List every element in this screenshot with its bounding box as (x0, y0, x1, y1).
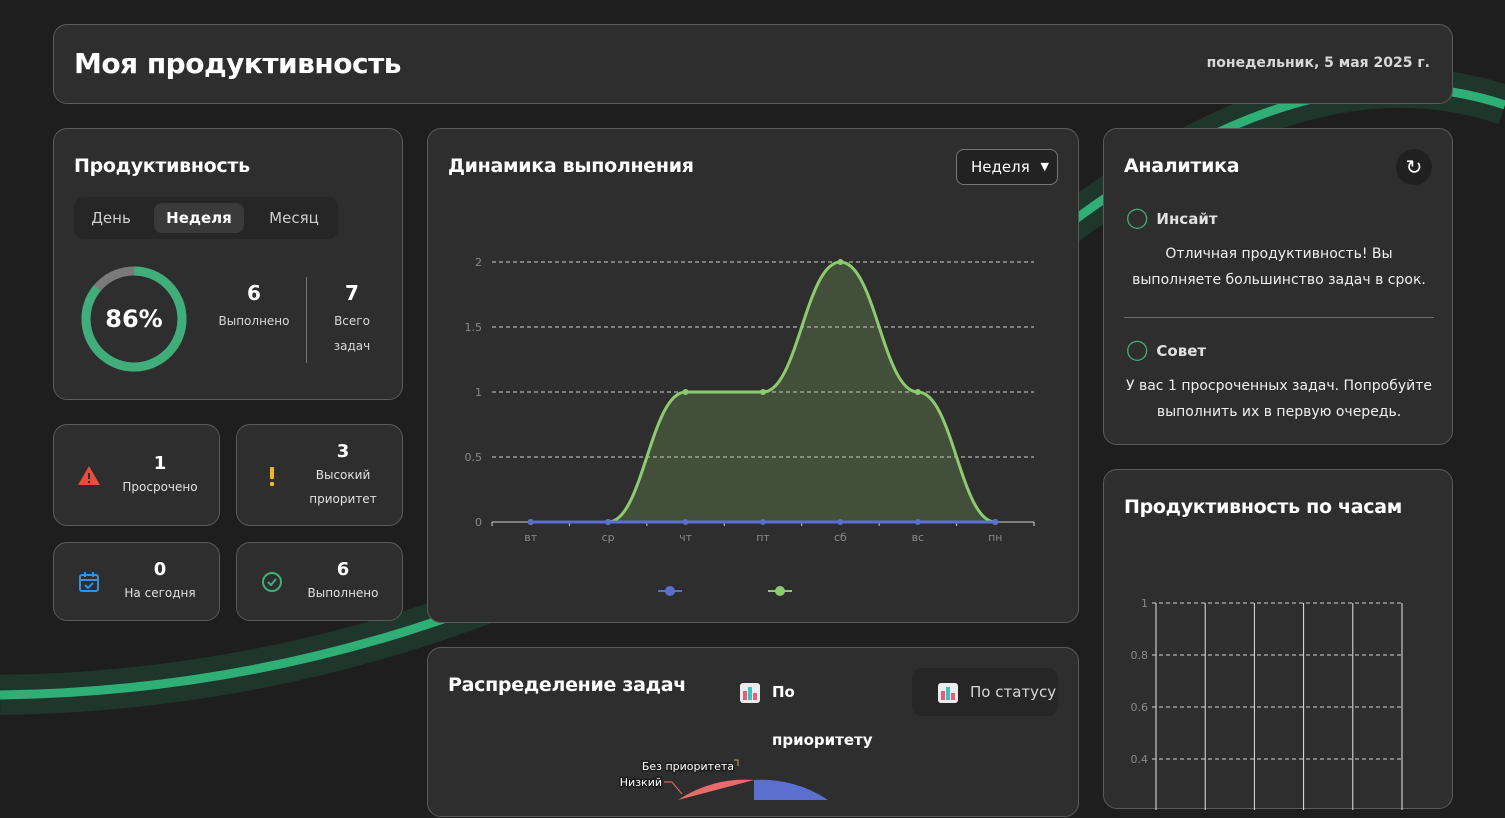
x-tick-label: сб (834, 531, 847, 544)
legend-marker (665, 586, 675, 596)
dynamics-chart: 0 0.5 1 1.5 2 вт ср чт пт сб вс пн (465, 256, 1035, 596)
warning-icon (78, 466, 100, 485)
done-label: Выполнено (218, 314, 290, 328)
y-tick-label: 0.8 (1131, 649, 1149, 662)
hours-chart: 1 0.8 0.6 0.4 (1131, 597, 1403, 810)
x-tick-label: пт (756, 531, 770, 544)
period-day-tab[interactable]: День (80, 203, 142, 233)
refresh-icon: ↻ (1405, 155, 1423, 179)
y-tick-label: 0.4 (1131, 753, 1149, 766)
y-tick-label: 0.6 (1131, 701, 1149, 714)
done-stat: 6 Выполнено (212, 281, 296, 334)
progress-percent: 86% (105, 305, 163, 333)
legend-marker (775, 586, 785, 596)
overdue-count: 1 (153, 453, 167, 474)
pie-leader-none (734, 759, 739, 766)
data-point (760, 519, 766, 525)
analytics-title: Аналитика (1124, 155, 1240, 177)
stat-divider (306, 277, 307, 363)
page-title: Моя продуктивность (74, 47, 402, 80)
y-tick-label: 1 (1141, 597, 1148, 610)
data-point (837, 259, 844, 265)
y-tick-label: 1.5 (465, 321, 483, 334)
total-count: 7 (345, 281, 359, 305)
tip-heading: ◯ Совет (1126, 337, 1206, 361)
productivity-title: Продуктивность (74, 155, 250, 177)
data-point (760, 389, 766, 395)
data-point (527, 519, 534, 525)
lightbulb-icon: ◯ (1126, 205, 1149, 229)
high-priority-count: 3 (336, 441, 350, 462)
high-priority-card[interactable]: 3 Высокий приоритет (236, 424, 403, 526)
period-switcher: День Неделя Месяц (74, 197, 338, 239)
analytics-card: Аналитика ↻ ◯ Инсайт Отличная продуктивно… (1103, 128, 1453, 445)
distribution-card: Распределение задач По приоритету По ста… (427, 647, 1079, 817)
dynamics-card: Динамика выполнения Неделя ▼ 0 0.5 1 1.5 2 вт… (427, 128, 1079, 623)
calendar-icon (79, 572, 99, 592)
overdue-card[interactable]: 1 Просрочено (53, 424, 220, 526)
data-point (914, 519, 921, 525)
pie-slice-low (678, 779, 754, 800)
pie-leader-low (664, 781, 683, 795)
done-card-label: Выполнено (307, 586, 379, 600)
overdue-label: Просрочено (122, 480, 198, 494)
y-tick-label: 1 (475, 386, 482, 399)
distribution-pie: Без приоритета Низкий (618, 759, 828, 800)
period-week-tab[interactable]: Неделя (154, 203, 244, 233)
data-point (682, 389, 689, 395)
tip-text: У вас 1 просроченных задач. Попробуйте в… (1126, 378, 1432, 420)
hours-card: Продуктивность по часам 1 0.8 0.6 0.4 (1103, 469, 1453, 810)
done-card[interactable]: 6 Выполнено (236, 542, 403, 621)
y-tick-label: 0 (475, 516, 482, 529)
refresh-button[interactable]: ↻ (1396, 149, 1432, 185)
data-point (914, 389, 921, 395)
pie-label-none: Без приоритета (642, 760, 734, 773)
productivity-card: Продуктивность День Неделя Месяц 86% 6 В… (53, 128, 403, 400)
insight-heading: ◯ Инсайт (1126, 205, 1218, 229)
insight-title: Инсайт (1156, 210, 1218, 228)
check-circle-icon (262, 572, 282, 592)
today-card[interactable]: 0 На сегодня (53, 542, 220, 621)
tip-title: Совет (1156, 342, 1207, 360)
page-header: Моя продуктивность понедельник, 5 мая 20… (53, 24, 1453, 104)
insight-text: Отличная продуктивность! Вы выполняете б… (1132, 246, 1426, 288)
data-point (837, 519, 844, 525)
x-tick-label: ср (602, 531, 615, 544)
high-priority-label: Высокий приоритет (309, 468, 377, 506)
total-label: Всего задач (333, 314, 371, 353)
y-tick-label: 0.5 (465, 451, 483, 464)
pie-label-low: Низкий (620, 776, 662, 789)
exclamation-icon (270, 467, 274, 486)
data-point (682, 519, 689, 525)
x-tick-label: чт (679, 531, 692, 544)
x-tick-label: пн (988, 531, 1002, 544)
period-month-tab[interactable]: Месяц (256, 203, 332, 233)
tip-bulb-icon: ◯ (1126, 337, 1149, 361)
x-tick-label: вт (524, 531, 537, 544)
current-date: понедельник, 5 мая 2025 г. (1206, 55, 1430, 71)
x-tick-label: вс (912, 531, 925, 544)
data-point (605, 519, 612, 525)
analytics-divider (1124, 317, 1434, 318)
total-stat: 7 Всего задач (324, 281, 380, 359)
data-point (992, 519, 999, 525)
today-label: На сегодня (124, 586, 196, 600)
today-count: 0 (153, 559, 167, 580)
done-card-count: 6 (336, 559, 350, 580)
done-count: 6 (247, 281, 261, 305)
pie-slice-none (754, 779, 828, 800)
y-tick-label: 2 (475, 256, 482, 269)
